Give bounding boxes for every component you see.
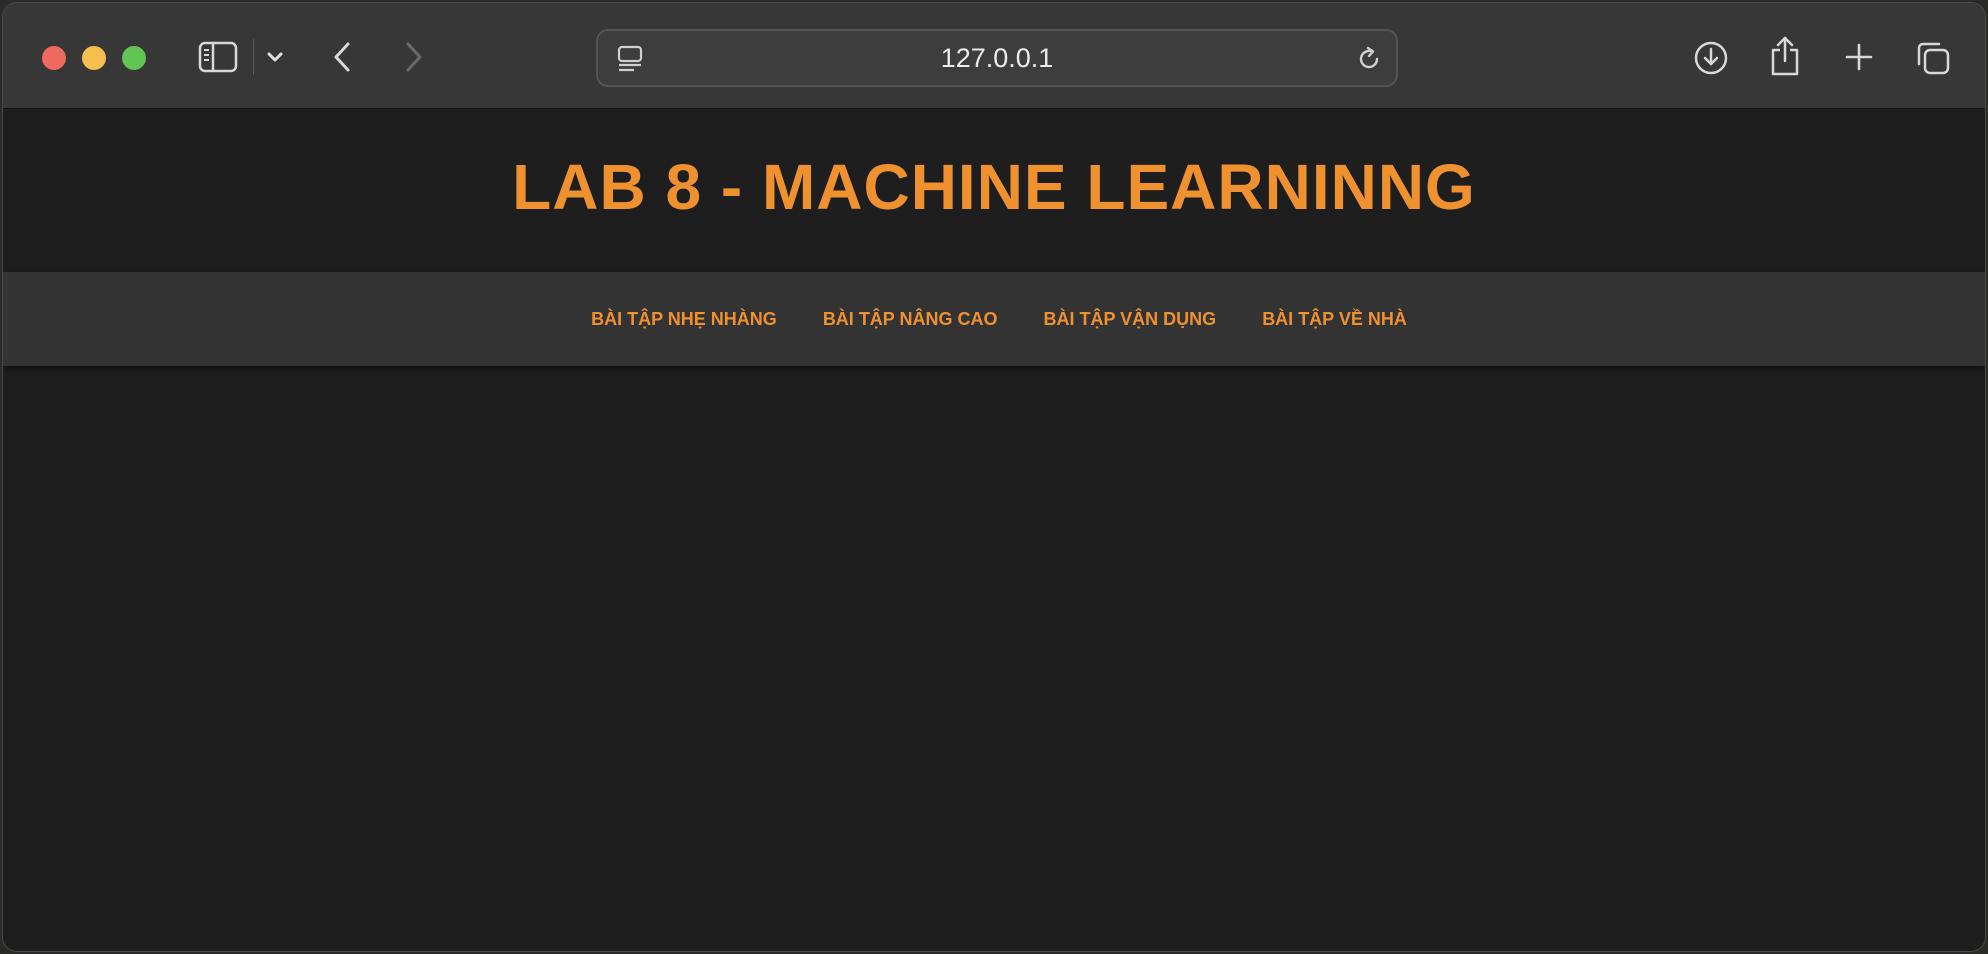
minimize-window-button[interactable] — [82, 46, 106, 70]
url-text[interactable]: 127.0.0.1 — [598, 31, 1396, 85]
browser-window: 127.0.0.1 LAB 8 - MACHINE LEARNINNG BÀI … — [3, 3, 1985, 951]
web-page: LAB 8 - MACHINE LEARNINNG BÀI TẬP NHẸ NH… — [3, 110, 1985, 951]
close-window-button[interactable] — [42, 46, 66, 70]
address-bar[interactable]: 127.0.0.1 — [596, 29, 1398, 87]
reload-icon[interactable] — [1354, 44, 1384, 74]
toolbar-divider — [253, 39, 254, 75]
chevron-down-icon[interactable] — [265, 47, 285, 67]
forward-arrow-icon[interactable] — [399, 39, 429, 75]
nav-link-bai-tap-van-dung[interactable]: BÀI TẬP VẬN DỤNG — [1034, 309, 1217, 330]
maximize-window-button[interactable] — [122, 46, 146, 70]
page-title: LAB 8 - MACHINE LEARNINNG — [512, 151, 1476, 223]
main-nav: BÀI TẬP NHẸ NHÀNG BÀI TẬP NÂNG CAO BÀI T… — [3, 272, 1985, 366]
sidebar-icon[interactable] — [197, 40, 239, 74]
plus-icon[interactable] — [1843, 41, 1875, 73]
browser-toolbar: 127.0.0.1 — [3, 3, 1985, 109]
nav-link-bai-tap-nang-cao[interactable]: BÀI TẬP NÂNG CAO — [813, 309, 998, 330]
share-icon[interactable] — [1769, 35, 1801, 77]
download-icon[interactable] — [1693, 40, 1729, 76]
tab-overview-icon[interactable] — [1915, 40, 1951, 76]
back-arrow-icon[interactable] — [327, 39, 357, 75]
nav-link-bai-tap-ve-nha[interactable]: BÀI TẬP VỀ NHÀ — [1252, 309, 1407, 330]
nav-link-bai-tap-nhe-nhang[interactable]: BÀI TẬP NHẸ NHÀNG — [581, 309, 777, 330]
